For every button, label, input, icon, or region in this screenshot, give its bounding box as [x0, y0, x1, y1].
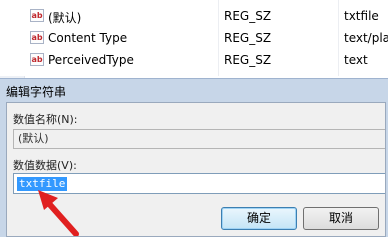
value-data-label: 数值数据(V): [13, 159, 77, 172]
row-name: (默认) [48, 11, 82, 25]
value-name-label: 数值名称(N): [13, 113, 78, 126]
row-name: Content Type [48, 31, 128, 45]
string-value-icon: ab [30, 9, 44, 22]
value-name-field: (默认) [13, 129, 385, 149]
registry-row-default[interactable]: ab (默认) REG_SZ txtfile [24, 6, 388, 27]
registry-row-content-type[interactable]: ab Content Type REG_SZ text/pla [24, 28, 388, 49]
registry-row-perceived-type[interactable]: ab PerceivedType REG_SZ text [24, 50, 388, 71]
string-value-icon: ab [30, 53, 44, 66]
row-name: PerceivedType [48, 53, 134, 67]
registry-value-list: ab (默认) REG_SZ txtfile ab Content Type R… [0, 0, 388, 76]
cancel-button[interactable]: 取消 [303, 207, 379, 230]
row-type: REG_SZ [224, 31, 272, 45]
row-data: text [344, 53, 368, 67]
row-type: REG_SZ [224, 53, 272, 67]
ok-button[interactable]: 确定 [221, 207, 297, 230]
row-data: txtfile [344, 9, 379, 23]
row-data: text/pla [344, 31, 388, 45]
row-type: REG_SZ [224, 9, 272, 23]
string-value-icon: ab [30, 31, 44, 44]
red-arrow-icon [38, 190, 79, 236]
dialog-title: 编辑字符串 [6, 85, 67, 99]
